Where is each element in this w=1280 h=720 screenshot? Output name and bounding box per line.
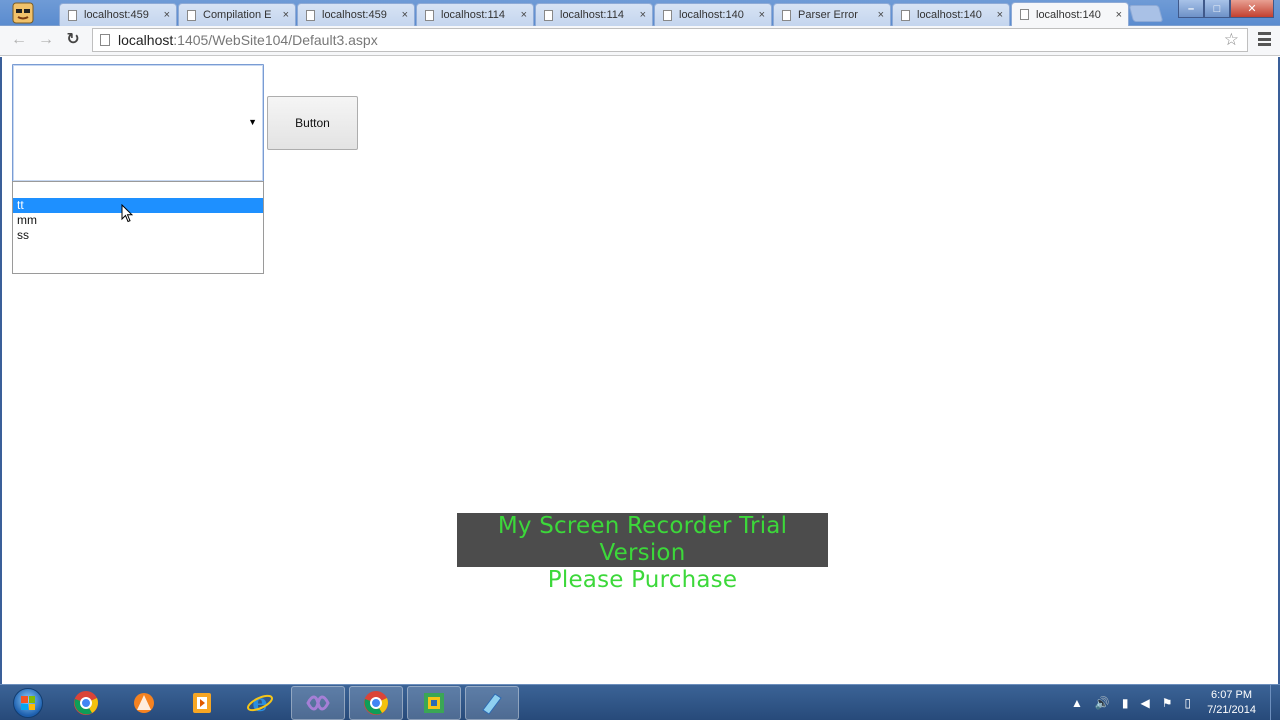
tab-close-icon[interactable]: ×: [283, 9, 289, 21]
bookmark-star-icon[interactable]: ☆: [1224, 30, 1239, 50]
tab-close-icon[interactable]: ×: [997, 9, 1003, 21]
tab-6[interactable]: localhost:140 ×: [654, 3, 772, 26]
address-bar[interactable]: localhost:1405/WebSite104/Default3.aspx …: [92, 28, 1248, 52]
taskbar-avast-icon[interactable]: [117, 686, 171, 720]
tab-close-icon[interactable]: ×: [164, 9, 170, 21]
taskbar-app-icon[interactable]: [465, 686, 519, 720]
dropdown-option-ss[interactable]: ss: [13, 228, 263, 243]
windows-taskbar: e ▲ 🔊 ▮ ◀ ⚑ ▯ 6:07 PM 7/21/2014: [0, 684, 1280, 720]
tab-label: localhost:459: [84, 9, 149, 21]
power-icon[interactable]: ▯: [1184, 696, 1191, 710]
tab-label: localhost:459: [322, 9, 387, 21]
page-icon: [100, 34, 110, 46]
chrome-menu-icon[interactable]: [1258, 32, 1271, 46]
show-hidden-icons-icon[interactable]: ▲: [1071, 696, 1083, 710]
back-button[interactable]: ←: [9, 30, 29, 50]
tab-label: localhost:140: [679, 9, 744, 21]
page-content: ▼ tt mm ss Button My Screen Recorder Tri…: [0, 57, 1280, 684]
url-host: localhost: [118, 32, 174, 48]
taskbar-chrome-icon[interactable]: [59, 686, 113, 720]
tab-1[interactable]: localhost:459 ×: [59, 3, 177, 26]
dropdown-arrow-icon: ▼: [248, 117, 257, 127]
action-center-flag-icon[interactable]: ⚑: [1162, 696, 1173, 710]
tab-8[interactable]: localhost:140 ×: [892, 3, 1010, 26]
tab-label: localhost:140: [1036, 8, 1101, 21]
submit-button[interactable]: Button: [267, 96, 358, 150]
tab-close-icon[interactable]: ×: [402, 9, 408, 21]
tab-label: localhost:114: [560, 9, 625, 21]
new-tab-button[interactable]: [1128, 5, 1164, 22]
show-desktop-button[interactable]: [1270, 685, 1280, 720]
tab-2[interactable]: Compilation E ×: [178, 3, 296, 26]
tab-5[interactable]: localhost:114 ×: [535, 3, 653, 26]
dropdown-select[interactable]: ▼: [12, 64, 264, 182]
page-icon: [68, 9, 77, 21]
tab-close-icon[interactable]: ×: [759, 9, 765, 21]
tab-close-icon[interactable]: ×: [640, 9, 646, 21]
minimize-button[interactable]: –: [1178, 0, 1204, 18]
taskbar-visual-studio-icon[interactable]: [291, 686, 345, 720]
taskbar-media-player-icon[interactable]: [175, 686, 229, 720]
page-icon: [663, 9, 672, 21]
dropdown-option-tt[interactable]: tt: [13, 198, 263, 213]
tab-close-icon[interactable]: ×: [521, 9, 527, 21]
dropdown-option-mm[interactable]: mm: [13, 213, 263, 228]
tab-4[interactable]: localhost:114 ×: [416, 3, 534, 26]
tab-label: Compilation E: [203, 9, 272, 21]
speaker-icon[interactable]: ◀: [1140, 696, 1149, 710]
taskbar-chrome-icon[interactable]: [349, 686, 403, 720]
tab-close-icon[interactable]: ×: [878, 9, 884, 21]
watermark-line-1: My Screen Recorder Trial Version: [497, 513, 788, 566]
page-icon: [425, 9, 434, 21]
tab-label: localhost:140: [917, 9, 982, 21]
tab-active[interactable]: localhost:140 ×: [1011, 2, 1129, 26]
browser-toolbar: ← → ↻ localhost:1405/WebSite104/Default3…: [0, 26, 1280, 56]
volume-icon[interactable]: 🔊: [1095, 696, 1110, 710]
tab-label: localhost:114: [441, 9, 506, 21]
mouse-cursor-icon: [121, 204, 133, 223]
browser-tab-strip: localhost:459 × Compilation E × localhos…: [0, 0, 1280, 26]
tab-3[interactable]: localhost:459 ×: [297, 3, 415, 26]
clock-date: 7/21/2014: [1207, 704, 1256, 716]
forward-button[interactable]: →: [36, 30, 56, 50]
page-icon: [901, 9, 910, 21]
system-tray: ▲ 🔊 ▮ ◀ ⚑ ▯ 6:07 PM 7/21/2014: [1065, 685, 1280, 720]
page-icon: [544, 9, 553, 21]
dropdown-options-list: tt mm ss: [12, 181, 264, 274]
page-icon: [782, 9, 791, 21]
close-window-button[interactable]: ✕: [1230, 0, 1274, 18]
clock-time: 6:07 PM: [1211, 689, 1253, 701]
page-icon: [306, 9, 315, 21]
tab-7[interactable]: Parser Error ×: [773, 3, 891, 26]
profile-avatar-icon[interactable]: [10, 1, 36, 24]
window-controls: – □ ✕: [1178, 0, 1274, 18]
tab-close-icon[interactable]: ×: [1116, 9, 1122, 21]
svg-text:e: e: [252, 689, 267, 717]
start-button[interactable]: [8, 685, 48, 720]
maximize-button[interactable]: □: [1204, 0, 1230, 18]
tab-label: Parser Error: [798, 9, 858, 21]
taskbar-app-icon[interactable]: [407, 686, 461, 720]
system-clock[interactable]: 6:07 PM 7/21/2014: [1207, 688, 1256, 718]
taskbar-internet-explorer-icon[interactable]: e: [233, 686, 287, 720]
reload-button[interactable]: ↻: [63, 30, 83, 50]
recorder-watermark: My Screen Recorder Trial Version Please …: [457, 513, 828, 593]
windows-logo-icon: [13, 688, 43, 718]
url-path: :1405/WebSite104/Default3.aspx: [173, 32, 378, 48]
network-icon[interactable]: ▮: [1122, 696, 1129, 710]
page-icon: [1020, 9, 1029, 20]
watermark-line-2: Please Purchase: [547, 567, 738, 593]
page-icon: [187, 9, 196, 21]
